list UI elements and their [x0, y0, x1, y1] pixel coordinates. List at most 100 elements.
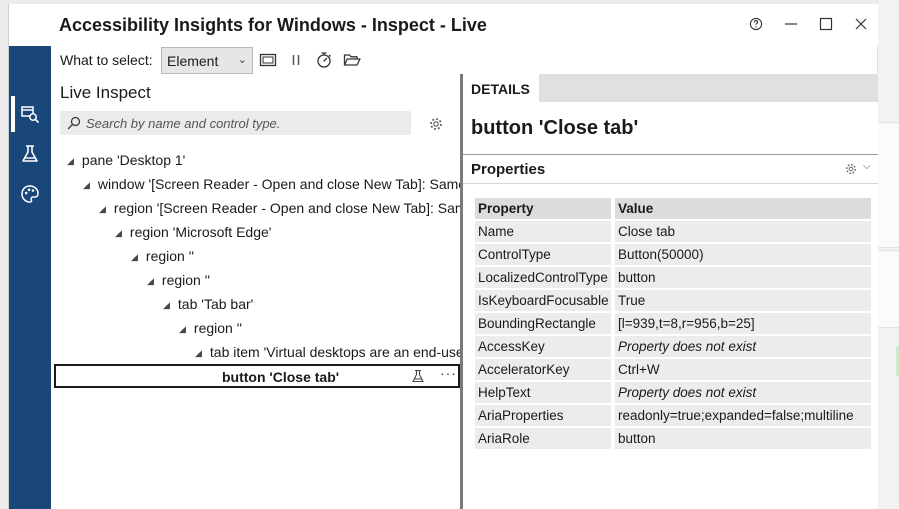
tree-item[interactable]: ◢ region '' — [131, 248, 194, 270]
tab-details[interactable]: DETAILS — [463, 74, 539, 102]
timer-icon — [317, 52, 331, 68]
property-value-cell: Property does not exist — [615, 336, 871, 357]
background-panel — [878, 250, 899, 328]
property-name-cell: HelpText — [475, 382, 615, 403]
minimize-button[interactable] — [774, 12, 808, 36]
live-inspect-title: Live Inspect — [60, 83, 151, 102]
table-row[interactable]: AcceleratorKey Ctrl+W — [475, 359, 871, 380]
help-button[interactable] — [739, 12, 773, 36]
tree-item-label: region '[Screen Reader - Open and close … — [113, 200, 460, 216]
table-row[interactable]: Name Close tab — [475, 221, 871, 242]
expanded-triangle-icon: ◢ — [195, 348, 202, 358]
nav-live-inspect[interactable] — [9, 96, 51, 132]
property-value-cell: Property does not exist — [615, 382, 871, 403]
tree-item[interactable]: ◢ region '' — [147, 272, 210, 294]
nav-color-contrast[interactable] — [9, 176, 51, 212]
tree-item[interactable]: ◢ window '[Screen Reader - Open and close… — [83, 176, 460, 198]
table-row[interactable]: LocalizedControlType button — [475, 267, 871, 288]
expanded-triangle-icon: ◢ — [179, 324, 186, 334]
title-bar: Accessibility Insights for Windows - Ins… — [9, 4, 878, 46]
divider — [463, 183, 878, 184]
property-name-cell: AriaRole — [475, 428, 615, 449]
tests-flask-icon — [22, 145, 38, 162]
properties-section-header[interactable]: Properties ⌵ — [463, 155, 878, 183]
expanded-triangle-icon: ◢ — [131, 252, 138, 262]
property-name-cell: BoundingRectangle — [475, 313, 615, 334]
property-name-cell: AccessKey — [475, 336, 615, 357]
what-to-select-dropdown[interactable]: Element ⌄ — [161, 47, 253, 74]
details-tabstrip: DETAILS — [463, 74, 878, 102]
toolbar: What to select: Element ⌄ — [51, 46, 878, 74]
nav-rail — [9, 4, 51, 509]
expanded-triangle-icon: ◢ — [67, 156, 74, 166]
pause-button[interactable] — [285, 50, 307, 70]
properties-settings-gear-icon[interactable] — [845, 163, 857, 175]
expanded-triangle-icon: ◢ — [115, 228, 122, 238]
what-to-select-value: Element — [167, 53, 219, 69]
table-row[interactable]: BoundingRectangle [l=939,t=8,r=956,b=25] — [475, 313, 871, 334]
tree-item-label: button 'Close tab' — [222, 369, 340, 385]
properties-table-body: Name Close tab ControlType Button(50000) Loc… — [475, 221, 871, 449]
expanded-triangle-icon: ◢ — [83, 180, 90, 190]
tree-item-label: region '' — [193, 320, 243, 336]
expanded-triangle-icon: ◢ — [163, 300, 170, 310]
chevron-down-icon: ⌄ — [237, 54, 247, 66]
table-header-row: Property Value — [475, 198, 871, 219]
tree-item-label: window '[Screen Reader - Open and close … — [97, 176, 460, 192]
close-button[interactable] — [844, 12, 878, 36]
table-row[interactable]: AriaProperties readonly=true;expanded=fal… — [475, 405, 871, 426]
tree-item-label: pane 'Desktop 1' — [81, 152, 186, 168]
properties-title: Properties — [471, 161, 546, 178]
properties-table: Property Value Name Close tab ControlType B… — [475, 196, 871, 451]
background-panel — [878, 122, 899, 248]
column-header-property: Property — [475, 198, 615, 219]
tree-item[interactable]: ◢ region 'Microsoft Edge' — [115, 224, 271, 246]
nav-tests[interactable] — [9, 136, 51, 172]
tree-item-label: tab 'Tab bar' — [177, 296, 254, 312]
minimize-icon — [785, 23, 797, 25]
tree-item[interactable]: ◢ region '[Screen Reader - Open and close… — [99, 200, 460, 222]
tree-item-label: region 'Microsoft Edge' — [129, 224, 272, 240]
property-value-cell: Button(50000) — [615, 244, 871, 265]
screenshot-window-button[interactable] — [257, 50, 279, 70]
tree-item[interactable]: ◢ pane 'Desktop 1' — [67, 152, 185, 174]
help-icon — [749, 17, 763, 31]
property-name-cell: AcceleratorKey — [475, 359, 615, 380]
column-header-value: Value — [615, 198, 871, 219]
property-value-cell: button — [615, 428, 871, 449]
property-value-cell: Ctrl+W — [615, 359, 871, 380]
table-row[interactable]: ControlType Button(50000) — [475, 244, 871, 265]
chevron-down-icon[interactable]: ⌵ — [863, 161, 871, 172]
property-value-cell: readonly=true;expanded=false;multiline — [615, 405, 871, 426]
tree-item-label: region '' — [145, 248, 195, 264]
pause-icon — [292, 55, 300, 65]
tree-item[interactable]: ◢ tab item 'Virtual desktops are an end-u… — [195, 344, 460, 366]
element-title: button 'Close tab' — [471, 117, 639, 139]
property-value-cell: button — [615, 267, 871, 288]
details-pane: DETAILS button 'Close tab' Properties ⌵ … — [463, 74, 878, 509]
timer-button[interactable] — [313, 50, 335, 70]
tree-item[interactable]: ◢ region '' — [179, 320, 242, 342]
app-root: Accessibility Insights for Windows - Ins… — [0, 0, 899, 509]
maximize-button[interactable] — [809, 12, 843, 36]
maximize-icon — [819, 17, 833, 31]
tree-search-input[interactable]: Search by name and control type. — [60, 111, 411, 135]
more-options-button[interactable]: ··· — [440, 365, 457, 381]
tree-settings-gear-icon[interactable] — [429, 117, 443, 131]
live-inspect-icon — [21, 106, 39, 123]
table-row[interactable]: IsKeyboardFocusable True — [475, 290, 871, 311]
table-row[interactable]: AccessKey Property does not exist — [475, 336, 871, 357]
open-file-button[interactable] — [341, 50, 363, 70]
table-row[interactable]: AriaRole button — [475, 428, 871, 449]
table-row[interactable]: HelpText Property does not exist — [475, 382, 871, 403]
tree-item-selected[interactable]: button 'Close tab' ··· — [54, 364, 460, 388]
test-flask-icon[interactable] — [411, 369, 425, 383]
search-placeholder: Search by name and control type. — [86, 116, 281, 131]
what-to-select-label: What to select: — [60, 52, 153, 68]
property-name-cell: LocalizedControlType — [475, 267, 615, 288]
close-icon — [855, 18, 867, 30]
property-value-cell: True — [615, 290, 871, 311]
tree-item[interactable]: ◢ tab 'Tab bar' — [163, 296, 253, 318]
tree-item-label: tab item 'Virtual desktops are an end-us… — [209, 344, 460, 360]
expanded-triangle-icon: ◢ — [99, 204, 106, 214]
